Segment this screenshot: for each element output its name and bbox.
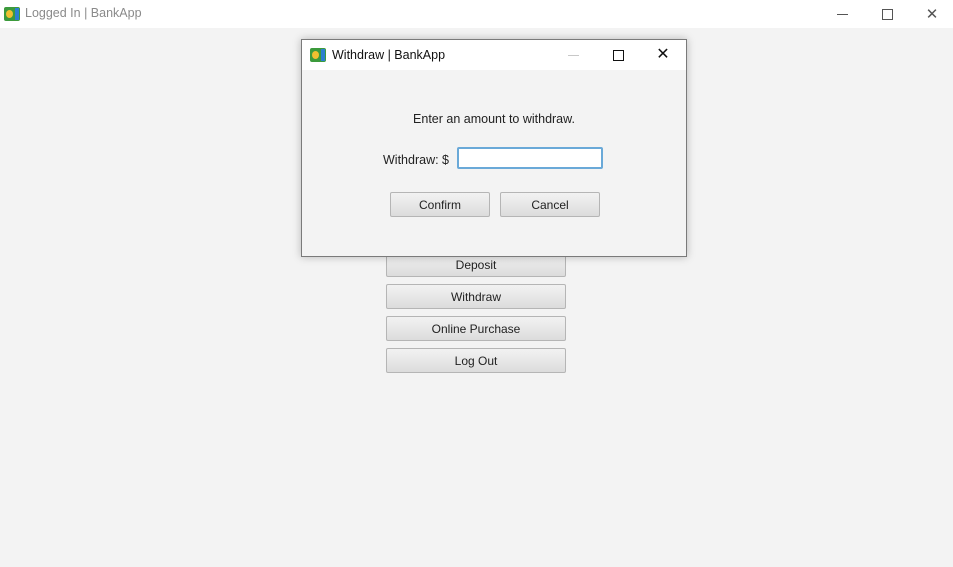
dialog-title: Withdraw | BankApp (332, 48, 446, 62)
minimize-icon (567, 54, 579, 56)
close-icon: ✕ (925, 5, 939, 23)
online-purchase-button[interactable]: Online Purchase (386, 316, 566, 341)
confirm-button[interactable]: Confirm (390, 192, 490, 217)
bankapp-logo-icon (310, 48, 326, 62)
main-window-title: Logged In | BankApp (25, 6, 142, 20)
dialog-maximize-button[interactable] (596, 43, 640, 67)
main-maximize-button[interactable] (864, 2, 910, 26)
withdraw-amount-label: Withdraw: $ (383, 153, 449, 167)
close-icon: ✕ (656, 46, 670, 63)
minimize-icon (836, 13, 848, 15)
maximize-icon (612, 49, 624, 61)
withdraw-dialog: Withdraw | BankApp ✕ Enter an amount to … (301, 39, 687, 257)
withdraw-prompt: Enter an amount to withdraw. (413, 112, 575, 126)
dialog-titlebar[interactable]: Withdraw | BankApp ✕ (302, 40, 686, 70)
log-out-button[interactable]: Log Out (386, 348, 566, 373)
main-titlebar[interactable]: Logged In | BankApp ✕ (0, 0, 953, 28)
main-minimize-button[interactable] (819, 2, 865, 26)
cancel-button[interactable]: Cancel (500, 192, 600, 217)
bankapp-logo-icon (4, 7, 20, 21)
dialog-minimize-button (551, 43, 595, 67)
maximize-icon (881, 8, 893, 20)
dialog-close-button[interactable]: ✕ (641, 43, 685, 67)
withdraw-amount-input[interactable] (457, 147, 603, 169)
withdraw-button[interactable]: Withdraw (386, 284, 566, 309)
main-close-button[interactable]: ✕ (909, 2, 953, 26)
